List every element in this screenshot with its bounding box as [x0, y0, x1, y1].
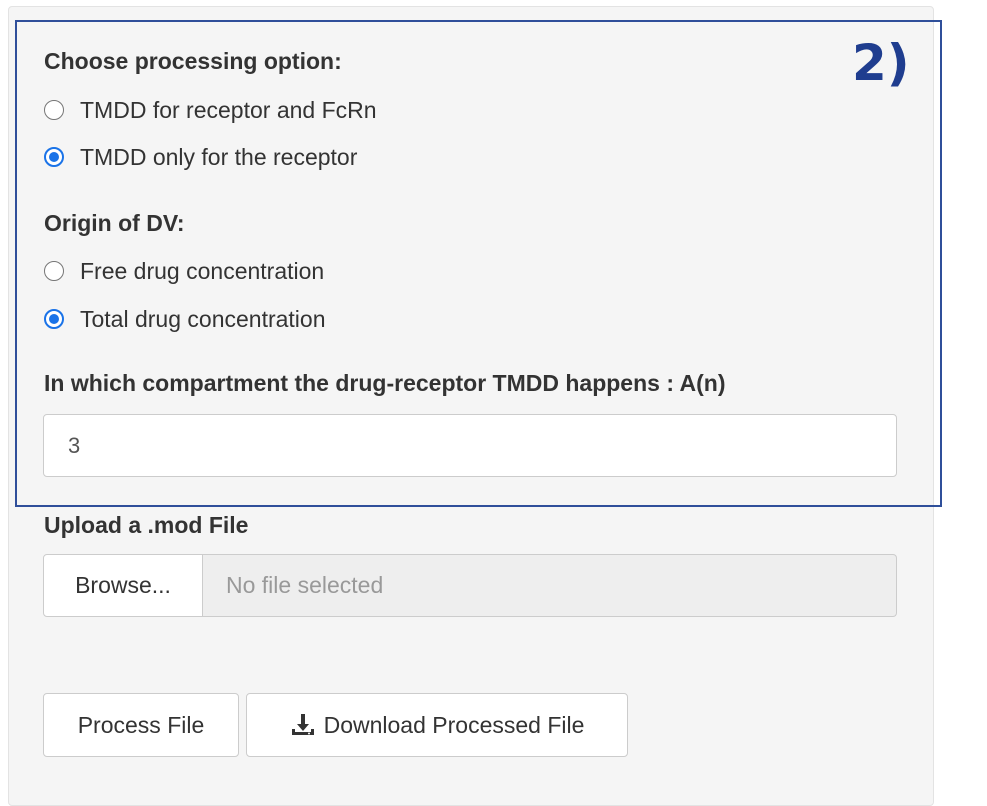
- radio-label: Free drug concentration: [80, 257, 325, 284]
- radio-label: TMDD only for the receptor: [80, 143, 358, 170]
- radio-button-unchecked[interactable]: [44, 261, 64, 281]
- download-processed-file-button[interactable]: Download Processed File: [246, 693, 628, 757]
- dv-origin-label: Origin of DV:: [44, 210, 185, 236]
- file-name-display: No file selected: [203, 554, 897, 617]
- download-icon: [291, 714, 314, 735]
- file-input-group: Browse... No file selected: [43, 554, 897, 617]
- download-processed-file-label: Download Processed File: [323, 711, 585, 738]
- compartment-input[interactable]: [43, 414, 897, 477]
- process-file-button[interactable]: Process File: [43, 693, 239, 757]
- sidebar-panel: [8, 6, 934, 806]
- radio-button-checked[interactable]: [44, 147, 64, 167]
- browse-button[interactable]: Browse...: [43, 554, 203, 617]
- radio-label: TMDD for receptor and FcRn: [80, 96, 377, 123]
- radio-label: Total drug concentration: [80, 305, 326, 332]
- processing-option-label: Choose processing option:: [44, 48, 342, 74]
- radio-button-checked[interactable]: [44, 309, 64, 329]
- compartment-label: In which compartment the drug-receptor T…: [44, 370, 726, 396]
- process-file-label: Process File: [77, 711, 205, 738]
- radio-button-unchecked[interactable]: [44, 100, 64, 120]
- upload-label: Upload a .mod File: [44, 512, 249, 538]
- radio-free-drug[interactable]: Free drug concentration: [44, 256, 324, 286]
- step-label: 2): [852, 34, 910, 92]
- radio-tmdd-receptor-fcrn[interactable]: TMDD for receptor and FcRn: [44, 95, 377, 125]
- radio-total-drug[interactable]: Total drug concentration: [44, 304, 326, 334]
- radio-tmdd-receptor-only[interactable]: TMDD only for the receptor: [44, 142, 357, 172]
